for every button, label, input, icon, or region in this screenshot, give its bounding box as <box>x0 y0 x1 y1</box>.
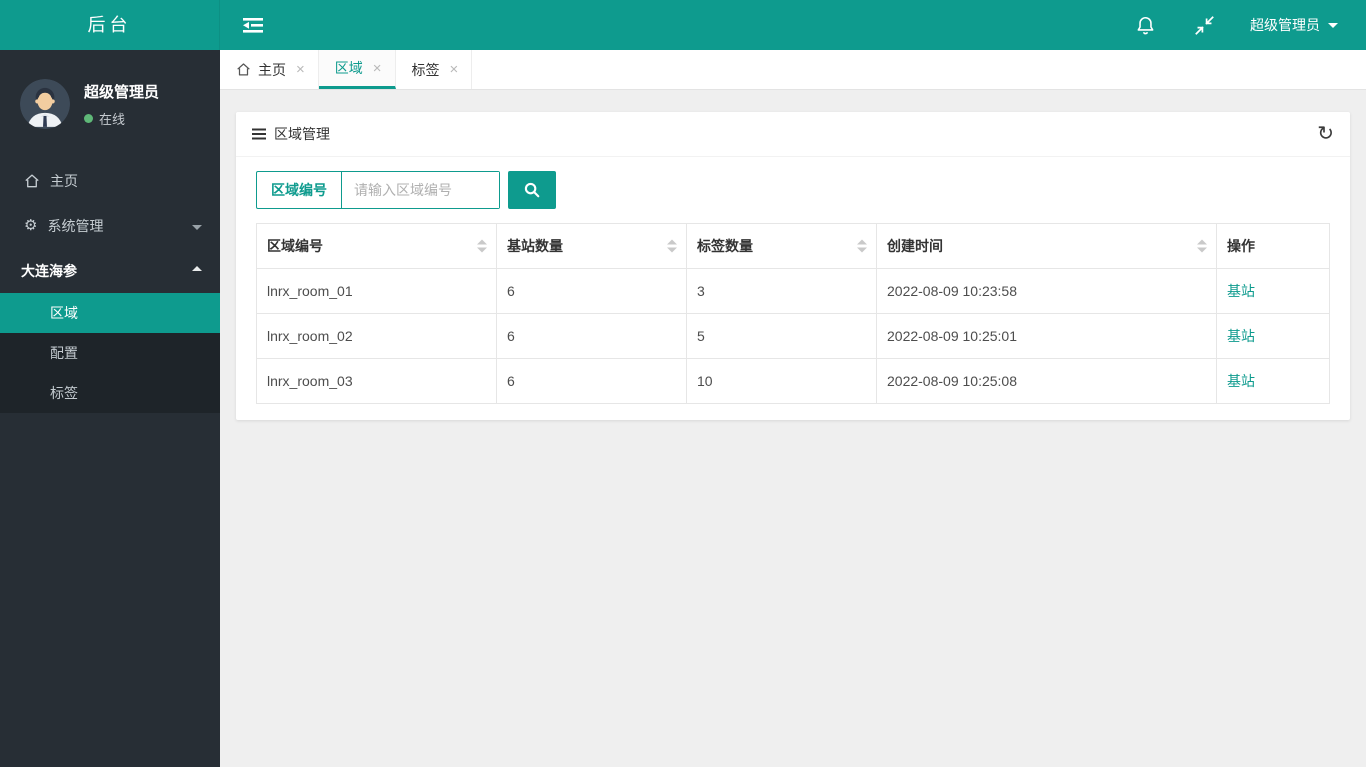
table-row: lnrx_room_01 6 3 2022-08-09 10:23:58 基站 <box>256 268 1330 314</box>
table-row: lnrx_room_02 6 5 2022-08-09 10:25:01 基站 <box>256 313 1330 359</box>
sidebar-item-tag[interactable]: 标签 <box>0 373 220 413</box>
column-header-created[interactable]: 创建时间 <box>876 223 1217 269</box>
station-link[interactable]: 基站 <box>1227 328 1255 344</box>
page-title: 区域管理 <box>274 126 330 142</box>
cell-area-id: lnrx_room_03 <box>256 358 497 404</box>
online-dot-icon <box>84 113 93 123</box>
cell-created: 2022-08-09 10:25:01 <box>876 313 1217 359</box>
bell-icon <box>1137 16 1154 34</box>
topbar-right: 超级管理员 <box>1116 0 1366 50</box>
card-header: 区域管理 ↻ <box>236 112 1350 157</box>
notifications-button[interactable] <box>1116 0 1175 50</box>
cell-tags: 5 <box>686 313 877 359</box>
chevron-down-icon <box>1328 22 1338 33</box>
cell-created: 2022-08-09 10:25:08 <box>876 358 1217 404</box>
online-label: 在线 <box>99 111 126 127</box>
cell-tags: 3 <box>686 268 877 314</box>
column-header-stations[interactable]: 基站数量 <box>496 223 687 269</box>
user-name: 超级管理员 <box>1250 17 1320 33</box>
main-content: 区域管理 ↻ 区域编号 请输入区域编号 区域编号 基站数量 标签数量 创建时间 … <box>220 90 1366 767</box>
sidebar: 超级管理员 在线 主页 ⚙ 系统管理 大连海参 区域 配置 标签 <box>0 50 220 767</box>
search-input[interactable] <box>342 172 499 208</box>
chevron-down-icon <box>192 225 202 235</box>
refresh-icon[interactable]: ↻ <box>1317 124 1334 144</box>
close-icon[interactable]: × <box>296 62 305 77</box>
sort-icon[interactable] <box>1197 239 1207 253</box>
tab-label: 区域 <box>334 60 363 76</box>
chevron-up-icon <box>192 261 202 271</box>
cell-created: 2022-08-09 10:23:58 <box>876 268 1217 314</box>
profile-status: 在线 <box>84 109 159 128</box>
cell-stations: 6 <box>496 313 687 359</box>
column-header-area-id[interactable]: 区域编号 <box>256 223 497 269</box>
project-submenu: 区域 配置 标签 <box>0 293 220 413</box>
topbar: 后台 超级管理员 <box>0 0 1366 50</box>
station-link[interactable]: 基站 <box>1227 283 1255 299</box>
search-row: 区域编号 <box>256 171 1330 209</box>
sort-icon[interactable] <box>857 239 867 253</box>
cell-stations: 6 <box>496 268 687 314</box>
sidebar-item-config[interactable]: 配置 <box>0 333 220 373</box>
sidebar-item-label: 系统管理 <box>47 217 104 234</box>
tab-home[interactable]: 主页 × <box>220 50 319 89</box>
sidebar-item-area[interactable]: 区域 <box>0 293 220 333</box>
area-management-card: 区域管理 ↻ 区域编号 请输入区域编号 区域编号 基站数量 标签数量 创建时间 … <box>236 112 1350 420</box>
table-header-row: 区域编号 基站数量 标签数量 创建时间 操作 <box>256 223 1330 269</box>
home-icon <box>25 173 39 187</box>
exit-fullscreen-icon <box>1195 15 1214 35</box>
close-icon[interactable]: × <box>450 62 459 77</box>
sidebar-item-home[interactable]: 主页 <box>0 158 220 203</box>
search-group: 区域编号 <box>256 171 500 209</box>
area-table: 区域编号 基站数量 标签数量 创建时间 操作 lnrx_room_01 6 3 … <box>256 223 1330 404</box>
sidebar-item-label: 主页 <box>50 172 78 189</box>
sidebar-menu: 主页 ⚙ 系统管理 大连海参 区域 配置 标签 <box>0 158 220 413</box>
profile-name: 超级管理员 <box>84 83 160 101</box>
sidebar-item-system[interactable]: ⚙ 系统管理 <box>0 203 220 248</box>
user-profile: 超级管理员 在线 <box>0 50 220 158</box>
list-icon <box>252 128 266 140</box>
station-link[interactable]: 基站 <box>1227 373 1255 389</box>
gear-icon: ⚙ <box>24 217 38 234</box>
search-icon <box>524 182 540 198</box>
tabbar: 主页 × 区域 × 标签 × <box>220 50 1366 90</box>
sidebar-item-label: 大连海参 <box>21 262 77 279</box>
profile-info: 超级管理员 在线 <box>84 81 159 128</box>
cell-tags: 10 <box>686 358 877 404</box>
home-icon <box>236 62 251 77</box>
fullscreen-button[interactable] <box>1175 0 1234 50</box>
avatar <box>20 79 70 129</box>
table-row: lnrx_room_03 6 10 2022-08-09 10:25:08 基站 <box>256 358 1330 404</box>
close-icon[interactable]: × <box>373 61 382 76</box>
collapse-menu-icon <box>243 17 263 33</box>
cell-stations: 6 <box>496 358 687 404</box>
card-body: 区域编号 区域编号 <box>236 157 1350 420</box>
search-button[interactable] <box>508 171 556 209</box>
column-header-actions: 操作 <box>1216 223 1330 269</box>
sidebar-toggle-button[interactable] <box>220 0 286 50</box>
column-header-tags[interactable]: 标签数量 <box>686 223 877 269</box>
sort-icon[interactable] <box>667 239 677 253</box>
tab-tag[interactable]: 标签 × <box>396 50 473 89</box>
tab-label: 主页 <box>258 61 286 78</box>
search-field-label: 区域编号 <box>257 172 342 208</box>
cell-area-id: lnrx_room_02 <box>256 313 497 359</box>
sort-icon[interactable] <box>477 239 487 253</box>
tab-label: 标签 <box>411 61 440 78</box>
app-brand: 后台 <box>0 0 220 50</box>
user-menu[interactable]: 超级管理员 <box>1234 0 1366 50</box>
tab-area[interactable]: 区域 × <box>318 50 396 89</box>
sidebar-item-project[interactable]: 大连海参 <box>0 248 220 293</box>
cell-area-id: lnrx_room_01 <box>256 268 497 314</box>
